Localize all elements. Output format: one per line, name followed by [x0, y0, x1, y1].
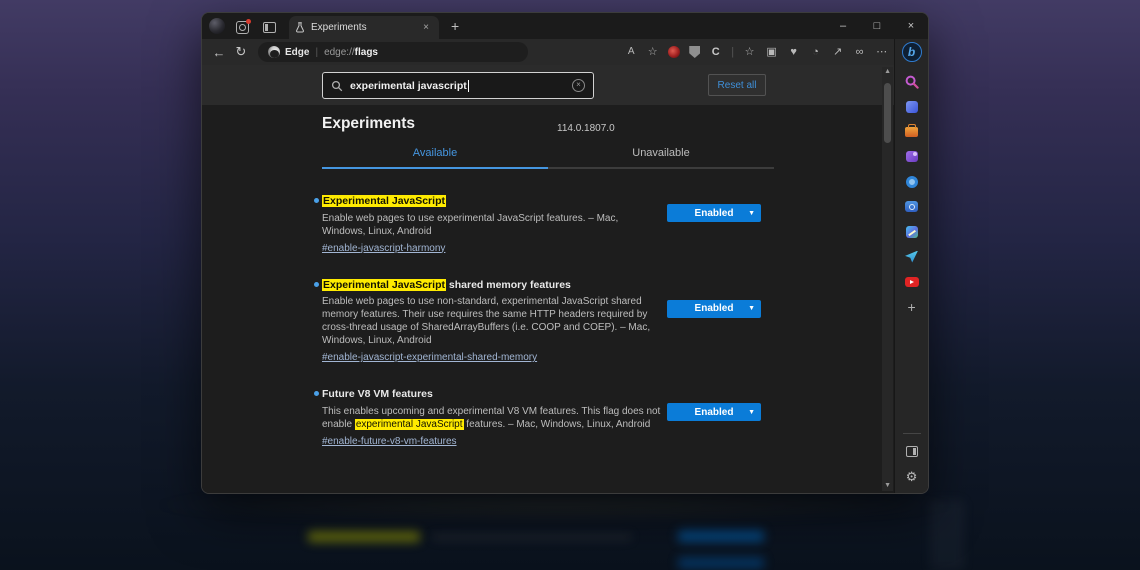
- page-title: Experiments: [322, 115, 774, 133]
- reflection-highlight: [308, 531, 420, 542]
- tab-title: Experiments: [311, 22, 419, 33]
- extension-red-icon[interactable]: [668, 46, 680, 58]
- flag-future-v8: Future V8 VM features This enables upcom…: [322, 388, 774, 449]
- flag-bullet-icon: [314, 198, 319, 203]
- flag-title: Future V8 VM features: [322, 388, 774, 401]
- scroll-down-icon[interactable]: ▼: [884, 481, 891, 491]
- new-tab-button[interactable]: +: [451, 19, 459, 33]
- share-icon[interactable]: ↗: [831, 45, 844, 59]
- url-host: flags: [355, 47, 378, 58]
- chevron-down-icon: ▼: [748, 305, 755, 312]
- scrollbar[interactable]: ▲ ▼: [882, 67, 893, 491]
- back-button[interactable]: ←: [208, 45, 230, 60]
- flag-anchor-link[interactable]: #enable-javascript-experimental-shared-m…: [322, 352, 537, 363]
- sidebar-drop-icon[interactable]: [904, 249, 919, 264]
- flag-anchor-link[interactable]: #enable-future-v8-vm-features: [322, 436, 457, 447]
- sidebar-shopping-icon[interactable]: [904, 99, 919, 114]
- flag-experimental-javascript: Experimental JavaScript Enable web pages…: [322, 195, 774, 256]
- browser-window: Experiments × + – □ × ← ↻ Edge | edge://…: [201, 12, 929, 494]
- url-scheme: edge://: [324, 47, 355, 58]
- search-icon: [331, 80, 343, 92]
- minimize-button[interactable]: –: [826, 13, 860, 39]
- flask-icon: [295, 22, 305, 33]
- edge-logo-icon: [268, 46, 280, 58]
- favorite-star-icon[interactable]: ☆: [646, 45, 659, 59]
- reset-all-button[interactable]: Reset all: [708, 74, 766, 96]
- flag-title: Experimental JavaScript shared memory fe…: [322, 279, 774, 292]
- collapse-sidebar-icon[interactable]: [904, 444, 919, 459]
- browser-essentials-icon[interactable]: ♥: [787, 45, 800, 59]
- version-number: 114.0.1807.0: [557, 123, 615, 134]
- sidebar-image-creator-icon[interactable]: [904, 199, 919, 214]
- workspaces-icon[interactable]: [236, 19, 251, 34]
- address-bar[interactable]: Edge | edge:// flags: [258, 42, 528, 62]
- extension-shield-icon[interactable]: [689, 46, 700, 58]
- reflection-button-2: [678, 557, 764, 569]
- site-label: Edge: [285, 47, 309, 58]
- tab-unavailable[interactable]: Unavailable: [548, 147, 774, 169]
- clear-search-icon[interactable]: ×: [572, 79, 585, 92]
- tab-actions-icon[interactable]: [262, 19, 277, 34]
- sidebar-youtube-icon[interactable]: [904, 274, 919, 289]
- toolbar: ← ↻ Edge | edge:// flags A ☆ C | ☆: [202, 39, 894, 65]
- flag-description: Enable web pages to use experimental Jav…: [322, 212, 664, 238]
- search-value: experimental javascript: [350, 80, 467, 92]
- profile-avatar[interactable]: [209, 18, 225, 34]
- refresh-button[interactable]: ↻: [230, 44, 252, 60]
- flag-description: This enables upcoming and experimental V…: [322, 405, 664, 431]
- tab-available[interactable]: Available: [322, 147, 548, 169]
- flag-value-dropdown[interactable]: Enabled ▼: [667, 204, 761, 222]
- sidebar-games-icon[interactable]: [904, 149, 919, 164]
- scroll-up-icon[interactable]: ▲: [884, 67, 891, 77]
- toolbar-divider: |: [731, 46, 734, 58]
- flag-bullet-icon: [314, 282, 319, 287]
- title-bar: Experiments × + – □ ×: [202, 13, 928, 39]
- sidebar-search-icon[interactable]: [904, 74, 919, 89]
- scrollbar-thumb[interactable]: [884, 83, 891, 143]
- browser-tab[interactable]: Experiments ×: [289, 16, 439, 39]
- text-caret: [468, 80, 469, 92]
- chevron-down-icon: ▼: [748, 210, 755, 217]
- flag-anchor-link[interactable]: #enable-javascript-harmony: [322, 243, 445, 254]
- edge-sidebar: b + ⚙: [894, 39, 928, 493]
- flags-page: experimental javascript × Reset all Expe…: [202, 65, 894, 493]
- close-button[interactable]: ×: [894, 13, 928, 39]
- address-divider: |: [315, 47, 318, 58]
- read-aloud-icon[interactable]: A: [624, 45, 637, 59]
- flag-bullet-icon: [314, 391, 319, 396]
- sidebar-tools-icon[interactable]: [904, 124, 919, 139]
- flags-tabs: Available Unavailable: [322, 147, 774, 169]
- flags-body: Experiments 114.0.1807.0 Available Unava…: [202, 105, 894, 493]
- flags-header: experimental javascript × Reset all: [202, 65, 894, 105]
- flag-description: Enable web pages to use non-standard, ex…: [322, 295, 664, 347]
- favorites-bar-icon[interactable]: ☆: [743, 45, 756, 59]
- flag-value-dropdown[interactable]: Enabled ▼: [667, 300, 761, 318]
- collections-icon[interactable]: ▣: [765, 45, 778, 59]
- reflection-sidebar: [930, 500, 964, 570]
- performance-icon[interactable]: ◔: [809, 45, 822, 59]
- flag-value-dropdown[interactable]: Enabled ▼: [667, 403, 761, 421]
- maximize-button[interactable]: □: [860, 13, 894, 39]
- sidebar-customize-icon[interactable]: +: [904, 299, 919, 314]
- sidebar-designer-icon[interactable]: [904, 224, 919, 239]
- sidebar-essentials-icon[interactable]: [904, 174, 919, 189]
- scrollbar-track[interactable]: [882, 77, 893, 481]
- chevron-down-icon: ▼: [748, 409, 755, 416]
- flag-shared-memory: Experimental JavaScript shared memory fe…: [322, 279, 774, 366]
- link-icon[interactable]: ∞: [853, 45, 866, 59]
- reflection-button-1: [678, 530, 764, 542]
- reflection-text: [432, 534, 632, 540]
- extension-c-icon[interactable]: C: [709, 45, 722, 59]
- tab-close-icon[interactable]: ×: [419, 21, 433, 35]
- more-menu-icon[interactable]: ⋯: [875, 45, 888, 59]
- sidebar-divider: [903, 433, 921, 434]
- search-input[interactable]: experimental javascript ×: [322, 72, 594, 99]
- bing-discover-icon[interactable]: b: [902, 42, 922, 62]
- sidebar-settings-icon[interactable]: ⚙: [904, 469, 919, 484]
